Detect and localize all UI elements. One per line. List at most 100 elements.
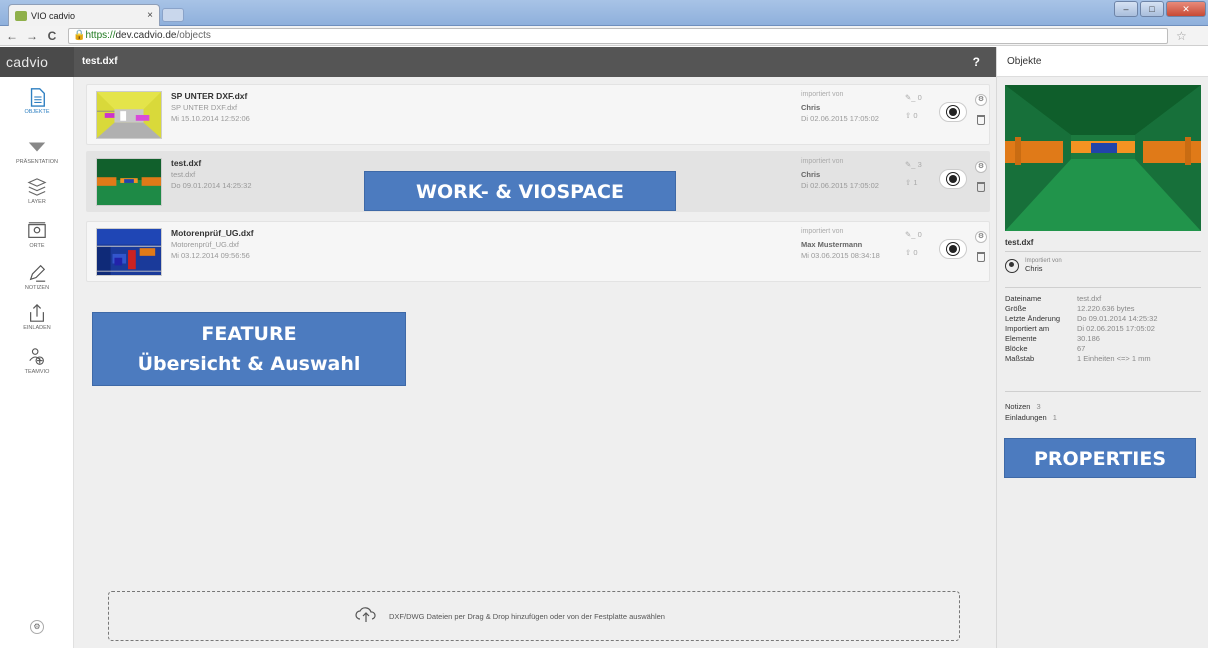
browser-tabbar: VIO cadvio × – □ ✕: [0, 0, 1208, 26]
count-key: Notizen: [1005, 402, 1031, 411]
dropzone-text: DXF/DWG Dateien per Drag & Drop hinzufüg…: [389, 612, 665, 621]
invites-count-value: 0: [913, 248, 918, 257]
property-row: Importiert am Di 02.06.2015 17:05:02: [1005, 324, 1158, 334]
back-icon[interactable]: ←: [4, 29, 20, 43]
sidebar-item-praesentation[interactable]: PRÄSENTATION: [0, 137, 74, 165]
properties-counts: Notizen 3 Einladungen 1: [1005, 401, 1057, 423]
forward-icon[interactable]: →: [24, 29, 40, 43]
delete-trash-icon[interactable]: [977, 115, 985, 125]
sidebar-item-orte[interactable]: ORTE: [0, 221, 74, 249]
url-host: dev.cadvio.de: [115, 29, 177, 41]
view-eye-button[interactable]: [939, 102, 967, 122]
divider: [1005, 287, 1201, 288]
share-icon: ⇧: [905, 248, 912, 257]
properties-imported: Importiert von Chris: [1005, 258, 1062, 273]
help-button[interactable]: ?: [973, 47, 980, 77]
cadvio-logo[interactable]: cadvio: [0, 47, 74, 77]
object-name: test.dxf: [171, 158, 202, 168]
property-value: Di 02.06.2015 17:05:02: [1077, 324, 1155, 333]
settings-gear-icon[interactable]: ⚙: [975, 94, 987, 106]
properties-overlay-label: PROPERTIES: [1004, 438, 1196, 478]
count-row: Notizen 3: [1005, 401, 1057, 412]
sidebar-item-notizen[interactable]: NOTIZEN: [0, 263, 74, 291]
properties-panel: Objekte test.dxf Importiert von Chris Da…: [996, 47, 1208, 648]
property-value: test.dxf: [1077, 294, 1102, 303]
feature-overlay-line2: Übersicht & Auswahl: [137, 353, 361, 375]
imported-by: Max Mustermann: [801, 240, 863, 249]
invites-count: ⇧ 1: [905, 178, 918, 187]
sidebar-item-objekte[interactable]: OBJEKTE: [0, 87, 74, 115]
tab-title: VIO cadvio: [31, 10, 76, 21]
object-row[interactable]: Motorenprüf_UG.dxf Motorenprüf_UG.dxf Mi…: [86, 221, 990, 282]
view-eye-button[interactable]: [939, 239, 967, 259]
property-key: Maßstab: [1005, 354, 1035, 363]
sidebar-item-layer[interactable]: LAYER: [0, 177, 74, 205]
notes-count: ✎_ 0: [905, 230, 922, 239]
notes-count-value: 3: [917, 160, 922, 169]
sidebar-item-teamvio[interactable]: TEAMVIO: [0, 347, 74, 375]
current-file-title: test.dxf: [82, 56, 118, 67]
sidebar-item-einladen[interactable]: EINLADEN: [0, 303, 74, 331]
object-thumbnail: [96, 158, 162, 206]
share-icon: ⇧: [905, 111, 912, 120]
pencil-icon: [29, 264, 46, 282]
maximize-button[interactable]: □: [1140, 1, 1164, 17]
sidebar-item-label: ORTE: [29, 243, 45, 249]
imported-label: importiert von: [801, 91, 844, 98]
object-row[interactable]: SP UNTER DXF.dxf SP UNTER DXF.dxf Mi 15.…: [86, 84, 990, 145]
settings-gear-icon[interactable]: ⚙: [30, 620, 44, 634]
sidebar-item-label: PRÄSENTATION: [16, 159, 58, 165]
property-row: Maßstab 1 Einheiten <=> 1 mm: [1005, 354, 1158, 364]
property-value: 67: [1077, 344, 1086, 353]
bookmark-star-icon[interactable]: ☆: [1176, 29, 1187, 43]
window-controls: – □ ✕: [1114, 1, 1206, 17]
browser-tab[interactable]: VIO cadvio ×: [8, 4, 160, 26]
object-date: Mi 03.12.2014 09:56:56: [171, 251, 250, 260]
property-value: Do 09.01.2014 14:25:32: [1077, 314, 1158, 323]
tab-close-icon[interactable]: ×: [147, 10, 153, 21]
invites-count: ⇧ 0: [905, 111, 918, 120]
properties-title: Objekte: [997, 47, 1208, 77]
property-row: Dateiname test.dxf: [1005, 294, 1158, 304]
imported-by: Chris: [801, 170, 821, 179]
property-row: Elemente 30.186: [1005, 334, 1158, 344]
object-date: Mi 15.10.2014 12:52:06: [171, 114, 250, 123]
notes-count-value: 0: [917, 230, 922, 239]
layers-icon: [27, 178, 47, 196]
settings-gear-icon[interactable]: ⚙: [975, 231, 987, 243]
imported-label: importiert von: [801, 228, 844, 235]
settings-gear-icon[interactable]: ⚙: [975, 161, 987, 173]
new-tab-button[interactable]: [162, 8, 184, 22]
triangle-down-icon: [28, 142, 46, 152]
count-value: 1: [1052, 413, 1057, 422]
delete-trash-icon[interactable]: [977, 182, 985, 192]
property-key: Importiert am: [1005, 324, 1050, 333]
sidebar-item-label: EINLADEN: [23, 325, 51, 331]
pencil-icon: ✎: [905, 160, 912, 169]
property-row: Größe 12.220.636 bytes: [1005, 304, 1158, 314]
imported-date: Di 02.06.2015 17:05:02: [801, 114, 879, 123]
minimize-button[interactable]: –: [1114, 1, 1138, 17]
view-eye-button[interactable]: [939, 169, 967, 189]
upload-dropzone[interactable]: DXF/DWG Dateien per Drag & Drop hinzufüg…: [108, 591, 960, 641]
url-input[interactable]: 🔒https://dev.cadvio.de/objects: [68, 27, 1168, 44]
workspace-overlay-label: WORK- & VIOSPACE: [364, 171, 676, 211]
delete-trash-icon[interactable]: [977, 252, 985, 262]
invites-count-value: 0: [913, 111, 918, 120]
property-row: Blöcke 67: [1005, 344, 1158, 354]
sidebar-item-label: LAYER: [28, 199, 46, 205]
properties-table: Dateiname test.dxf Größe 12.220.636 bytes …: [1005, 294, 1158, 364]
notes-count: ✎_ 3: [905, 160, 922, 169]
property-value: 12.220.636 bytes: [1077, 304, 1135, 313]
object-thumbnail: [96, 91, 162, 139]
window-close-button[interactable]: ✕: [1166, 1, 1206, 17]
object-file: SP UNTER DXF.dxf: [171, 103, 238, 112]
object-preview: [1005, 85, 1201, 231]
notes-count: ✎_ 0: [905, 93, 922, 102]
reload-icon[interactable]: C: [44, 29, 60, 43]
imported-label: importiert von: [801, 158, 844, 165]
url-path: /objects: [176, 29, 211, 41]
document-icon: [30, 88, 45, 107]
imported-by: Chris: [801, 103, 821, 112]
object-name: SP UNTER DXF.dxf: [171, 91, 248, 101]
